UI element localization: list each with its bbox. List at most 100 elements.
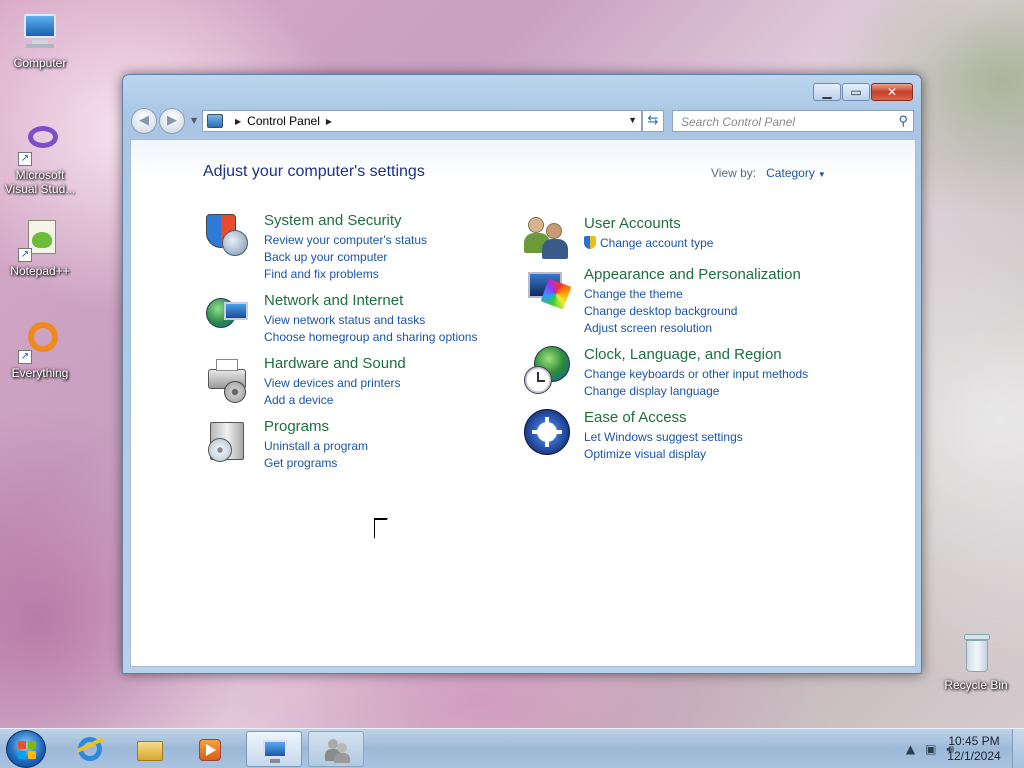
breadcrumb-control-panel[interactable]: Control Panel	[247, 114, 320, 128]
everything-search-icon: ↗	[18, 320, 62, 364]
system-clock[interactable]: 10:45 PM 12/1/2024	[942, 734, 1006, 764]
shortcut-arrow-icon: ↗	[18, 152, 32, 166]
maximize-icon: ▭	[850, 85, 862, 99]
network-icon[interactable]: ▣	[925, 742, 936, 756]
shortcut-arrow-icon: ↗	[18, 248, 32, 262]
clock-time: 10:45 PM	[948, 734, 1000, 748]
back-arrow-icon: ◀	[139, 113, 149, 128]
network-globe-icon[interactable]	[204, 292, 252, 340]
task-link[interactable]: Optimize visual display	[584, 446, 743, 463]
category-title[interactable]: Appearance and Personalization	[584, 266, 801, 283]
desktop-icon-computer[interactable]: Computer	[0, 10, 80, 70]
show-desktop-button[interactable]	[1012, 729, 1024, 768]
windows-logo-icon	[18, 741, 36, 759]
taskbar-user-accounts[interactable]	[308, 731, 364, 767]
task-link[interactable]: View network status and tasks	[264, 312, 477, 329]
appearance-icon[interactable]	[524, 266, 572, 314]
clock-date: 12/1/2024	[947, 749, 1001, 763]
forward-arrow-icon: ▶	[167, 113, 177, 128]
taskbar-media-player[interactable]	[182, 731, 238, 767]
task-link[interactable]: Change display language	[584, 383, 808, 400]
desktop-icon-label: Computer	[13, 56, 67, 70]
task-link[interactable]: Review your computer's status	[264, 232, 427, 249]
category-title[interactable]: System and Security	[264, 212, 402, 229]
shortcut-arrow-icon: ↗	[18, 350, 32, 364]
task-link[interactable]: Get programs	[264, 455, 368, 472]
back-button[interactable]: ◀	[131, 108, 157, 134]
page-title: Adjust your computer's settings	[203, 163, 425, 180]
internet-explorer-icon	[76, 735, 104, 763]
maximize-button[interactable]: ▭	[842, 83, 870, 101]
desktop-icon-label: Everything	[11, 366, 69, 380]
category-title[interactable]: Programs	[264, 418, 329, 435]
desktop-icon-label: Microsoft Visual Stud...	[4, 168, 76, 196]
search-placeholder: Search Control Panel	[681, 115, 796, 129]
breadcrumb-separator-icon[interactable]: ▶	[235, 117, 241, 126]
users-icon[interactable]	[524, 215, 572, 263]
minimize-button[interactable]: ▁	[813, 83, 841, 101]
task-link[interactable]: Find and fix problems	[264, 266, 427, 283]
desktop-icon-visual-studio[interactable]: ↗ Microsoft Visual Stud...	[0, 122, 80, 196]
task-link[interactable]: Choose homegroup and sharing options	[264, 329, 477, 346]
refresh-icon: ⇆	[647, 113, 659, 128]
show-hidden-icons-icon[interactable]: ▲	[906, 742, 915, 756]
address-dropdown-icon[interactable]: ▼	[628, 115, 637, 125]
desktop-icon-notepad-plus-plus[interactable]: ↗ Notepad++	[0, 218, 80, 278]
task-link-label: Change account type	[600, 236, 714, 250]
taskbar-control-panel[interactable]	[246, 731, 302, 767]
close-button[interactable]: ✕	[871, 83, 913, 101]
view-by-label: View by:	[711, 166, 757, 180]
uac-shield-icon	[584, 236, 596, 249]
category-title[interactable]: Ease of Access	[584, 409, 687, 426]
taskbar-file-explorer[interactable]	[122, 731, 178, 767]
printer-icon[interactable]	[204, 355, 252, 403]
programs-icon[interactable]	[204, 418, 252, 466]
task-link[interactable]: Adjust screen resolution	[584, 320, 737, 337]
category-title[interactable]: Hardware and Sound	[264, 355, 406, 372]
control-panel-window: ▁ ▭ ✕ ◀ ▶ ▼ ▶ Control Panel ▶ ▼ ⇆ Search…	[122, 74, 922, 674]
task-link[interactable]: Change keyboards or other input methods	[584, 366, 808, 383]
start-button[interactable]	[6, 730, 46, 768]
task-link[interactable]: Change account type	[584, 235, 713, 252]
chevron-down-icon[interactable]: ▼	[818, 170, 826, 179]
category-title[interactable]: User Accounts	[584, 215, 681, 232]
task-link[interactable]: Let Windows suggest settings	[584, 429, 743, 446]
media-player-icon	[196, 735, 224, 763]
recent-pages-dropdown[interactable]: ▼	[191, 116, 197, 125]
refresh-button[interactable]: ⇆	[642, 110, 664, 132]
shield-icon[interactable]	[204, 212, 252, 260]
ease-of-access-icon[interactable]	[524, 409, 572, 457]
navigation-bar: ◀ ▶ ▼ ▶ Control Panel ▶ ▼ ⇆ Search Contr…	[131, 108, 914, 134]
taskbar: ▲ ▣ 🔊︎ 10:45 PM 12/1/2024	[0, 728, 1024, 768]
task-link[interactable]: View devices and printers	[264, 375, 401, 392]
control-panel-icon	[261, 736, 289, 764]
category-title[interactable]: Network and Internet	[264, 292, 403, 309]
search-input[interactable]: Search Control Panel ⚲	[672, 110, 914, 132]
category-title[interactable]: Clock, Language, and Region	[584, 346, 782, 363]
users-icon	[323, 736, 351, 764]
visual-studio-icon: ↗	[18, 122, 62, 166]
search-icon[interactable]: ⚲	[898, 113, 908, 129]
control-panel-content: Adjust your computer's settings View by:…	[130, 139, 916, 667]
folder-icon	[136, 735, 164, 763]
computer-icon	[18, 10, 62, 54]
clock-globe-icon[interactable]	[524, 346, 572, 394]
desktop-icon-everything[interactable]: ↗ Everything	[0, 320, 80, 380]
view-by-dropdown[interactable]: Category	[766, 166, 815, 180]
task-link[interactable]: Uninstall a program	[264, 438, 368, 455]
window-controls: ▁ ▭ ✕	[812, 83, 913, 101]
breadcrumb-separator-icon[interactable]: ▶	[326, 117, 332, 126]
forward-button[interactable]: ▶	[159, 108, 185, 134]
notepad-plus-plus-icon: ↗	[18, 218, 62, 262]
taskbar-internet-explorer[interactable]	[62, 731, 118, 767]
task-link[interactable]: Add a device	[264, 392, 401, 409]
desktop-icon-label: Recycle Bin	[944, 678, 1008, 692]
address-bar[interactable]: ▶ Control Panel ▶ ▼	[202, 110, 642, 132]
task-link[interactable]: Change the theme	[584, 286, 737, 303]
minimize-icon: ▁	[822, 85, 832, 99]
recycle-bin-icon	[954, 632, 998, 676]
desktop-icon-recycle-bin[interactable]: Recycle Bin	[936, 632, 1016, 692]
task-link[interactable]: Back up your computer	[264, 249, 427, 266]
close-icon: ✕	[886, 85, 898, 99]
task-link[interactable]: Change desktop background	[584, 303, 737, 320]
